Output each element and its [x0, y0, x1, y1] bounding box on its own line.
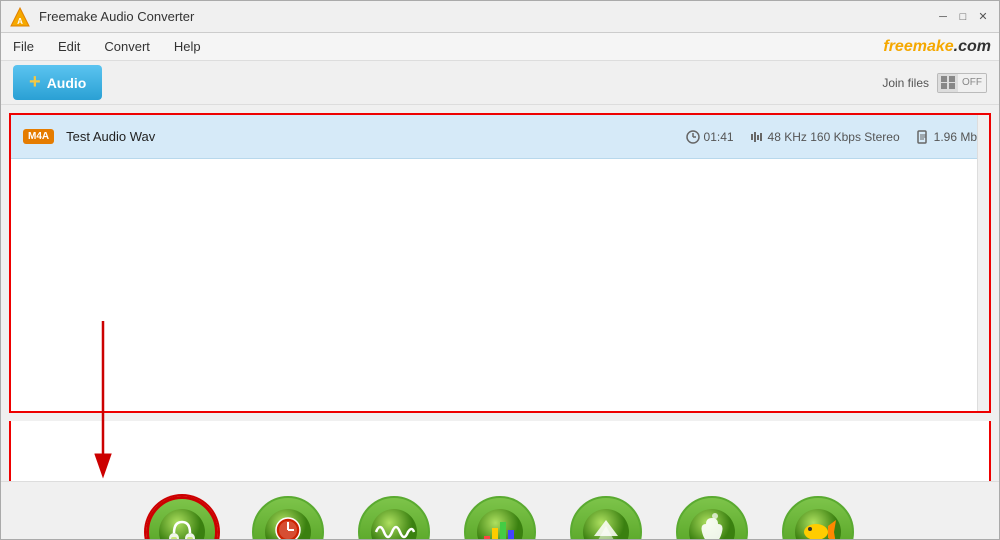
convert-to-mp3-button[interactable]: to MP3	[137, 496, 227, 540]
flac-icon	[476, 508, 524, 540]
add-audio-button[interactable]: + Audio	[13, 65, 102, 100]
file-size: 1.96 Mb	[916, 130, 977, 144]
convert-to-aac-button[interactable]: to AAC	[561, 496, 651, 540]
arrow-area	[9, 421, 991, 481]
freemake-logo: freemake.com	[883, 38, 991, 56]
window-controls: ─ □ ✕	[935, 9, 991, 25]
close-button[interactable]: ✕	[975, 9, 991, 25]
menu-bar: File Edit Convert Help freemake.com	[1, 33, 999, 61]
svg-text:A: A	[17, 17, 23, 26]
convert-to-wma-button[interactable]: to WMA	[243, 496, 333, 540]
convert-bar: to MP3	[1, 481, 999, 540]
minimize-button[interactable]: ─	[935, 9, 951, 25]
app-logo-icon: A	[9, 6, 31, 28]
app-title: Freemake Audio Converter	[39, 9, 194, 24]
file-name: Test Audio Wav	[66, 129, 673, 144]
menu-convert[interactable]: Convert	[100, 37, 154, 56]
file-quality: 48 KHz 160 Kbps Stereo	[750, 130, 900, 144]
restore-button[interactable]: □	[955, 9, 971, 25]
title-bar: A Freemake Audio Converter ─ □ ✕	[1, 1, 999, 33]
file-duration: 01:41	[686, 130, 734, 144]
toggle-off-label: OFF	[958, 74, 986, 92]
aac-icon	[582, 508, 630, 540]
menu-edit[interactable]: Edit	[54, 37, 84, 56]
grid-icon	[938, 73, 958, 93]
wma-icon	[264, 508, 312, 540]
plus-icon: +	[29, 71, 41, 94]
toolbar: + Audio Join files OFF	[1, 61, 999, 105]
scrollbar[interactable]	[977, 115, 989, 411]
file-metadata: 01:41 48 KHz 160 Kbps Stereo	[686, 130, 977, 144]
wav-icon	[370, 508, 418, 540]
join-files-toggle[interactable]: OFF	[937, 73, 987, 93]
join-files-area: Join files OFF	[882, 73, 987, 93]
menu-file[interactable]: File	[9, 37, 38, 56]
file-format-badge: M4A	[23, 129, 54, 144]
convert-to-m4a-button[interactable]: to M4A	[667, 496, 757, 540]
file-size-icon	[916, 130, 930, 144]
clock-icon	[686, 130, 700, 144]
m4a-icon	[688, 508, 736, 540]
mp3-icon	[158, 508, 206, 540]
audio-label: Audio	[47, 75, 87, 91]
join-files-label: Join files	[882, 76, 929, 90]
arrow-indicator	[63, 321, 143, 481]
ogg-icon	[794, 508, 842, 540]
file-row[interactable]: M4A Test Audio Wav 01:41	[11, 115, 989, 159]
convert-to-ogg-button[interactable]: to OGG	[773, 496, 863, 540]
menu-help[interactable]: Help	[170, 37, 205, 56]
app-window: A Freemake Audio Converter ─ □ ✕ File Ed…	[0, 0, 1000, 540]
convert-to-wav-button[interactable]: to WAV	[349, 496, 439, 540]
main-content-area: M4A Test Audio Wav 01:41	[9, 113, 991, 413]
audio-quality-icon	[750, 130, 764, 144]
convert-to-flac-button[interactable]: to FLAC	[455, 496, 545, 540]
